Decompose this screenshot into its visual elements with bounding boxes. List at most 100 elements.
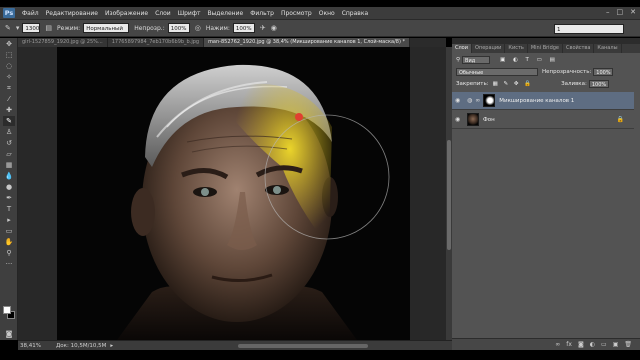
brush-tool-icon[interactable]: ✎ bbox=[5, 24, 11, 32]
path-select-tool-icon[interactable]: ▸ bbox=[3, 215, 15, 225]
status-bar: 38,41% Док: 10,5M/10,5M ▸ bbox=[18, 340, 452, 350]
horizontal-scroll-thumb[interactable] bbox=[238, 344, 368, 348]
menu-select[interactable]: Выделение bbox=[207, 10, 243, 17]
crop-tool-icon[interactable]: ⌗ bbox=[3, 83, 15, 93]
eyedropper-tool-icon[interactable]: ⁄ bbox=[3, 94, 15, 104]
history-brush-icon[interactable]: ↺ bbox=[3, 138, 15, 148]
brush-size-field[interactable]: 1300 bbox=[22, 23, 41, 33]
new-layer-icon[interactable]: ▣ bbox=[613, 341, 619, 348]
eye-icon[interactable]: ◉ bbox=[455, 116, 463, 123]
hand-tool-icon[interactable]: ✋ bbox=[3, 237, 15, 247]
menu-bar: Ps Файл Редактирование Изображение Слои … bbox=[0, 7, 640, 19]
type-tool-icon[interactable]: T bbox=[3, 204, 15, 214]
tab-second[interactable]: 17765897984_7eb170b6b9b_b.jpg bbox=[107, 38, 205, 47]
lock-label: Закрепить: bbox=[456, 81, 489, 87]
filter-icons[interactable]: ▣ ◐ T ▭ ▤ bbox=[500, 57, 558, 63]
maximize-icon[interactable]: □ bbox=[617, 8, 624, 16]
window-controls: – □ ✕ bbox=[606, 8, 636, 16]
tab-man[interactable]: man-852762_1920.jpg @ 38,4% (Микшировани… bbox=[204, 38, 410, 47]
tab-history[interactable]: Операции bbox=[472, 44, 506, 53]
airbrush-icon[interactable]: ✈ bbox=[260, 24, 266, 32]
layers-panel-footer: ∞ fx ◙ ◐ ▭ ▣ 🗑 bbox=[452, 338, 640, 350]
pen-tool-icon[interactable]: ✒ bbox=[3, 193, 15, 203]
status-menu-icon[interactable]: ▸ bbox=[110, 343, 113, 349]
layer-filter-row: ⚲ Вид ▣ ◐ T ▭ ▤ bbox=[456, 56, 558, 64]
flow-field[interactable]: 100% bbox=[232, 23, 255, 33]
photoshop-logo: Ps bbox=[3, 8, 15, 18]
eye-icon[interactable]: ◉ bbox=[455, 97, 463, 104]
pressure-size-icon[interactable]: ◉ bbox=[271, 24, 277, 32]
layer-filter-select[interactable]: Вид bbox=[462, 56, 491, 64]
options-bar: ✎ ▾ 1300 ▤ Режим: Нормальный Непрозр.: 1… bbox=[0, 19, 640, 37]
chain-link-icon[interactable]: ∞ bbox=[475, 97, 480, 104]
top-letterbox bbox=[0, 0, 640, 7]
layer-opacity-field[interactable]: 100% bbox=[593, 68, 614, 76]
healing-tool-icon[interactable]: ✚ bbox=[3, 105, 15, 115]
adjustment-icon[interactable]: ◐ bbox=[590, 341, 595, 348]
blend-row: Обычные Непрозрачность: 100% bbox=[456, 68, 614, 76]
trash-icon[interactable]: 🗑 bbox=[624, 341, 632, 348]
layer-row-background[interactable]: ◉ Фон 🔒 bbox=[452, 111, 634, 129]
lasso-tool-icon[interactable]: ◌ bbox=[3, 61, 15, 71]
dodge-tool-icon[interactable]: ● bbox=[3, 182, 15, 192]
group-icon[interactable]: ▭ bbox=[601, 341, 607, 348]
brush-tool-icon[interactable]: ✎ bbox=[3, 116, 15, 126]
tab-channels[interactable]: Каналы bbox=[594, 44, 622, 53]
menu-view[interactable]: Просмотр bbox=[281, 10, 312, 17]
tab-layers[interactable]: Слои bbox=[452, 44, 472, 53]
vertical-scroll-thumb[interactable] bbox=[447, 140, 451, 250]
zoom-level[interactable]: 38,41% bbox=[20, 343, 42, 349]
menu-type[interactable]: Шрифт bbox=[178, 10, 201, 17]
pressure-opacity-icon[interactable]: ◎ bbox=[195, 24, 201, 32]
lock-row: Закрепить: ▦ ✎ ✥ 🔒 Заливка: 100% bbox=[456, 80, 609, 88]
opacity-field[interactable]: 100% bbox=[167, 23, 190, 33]
close-icon[interactable]: ✕ bbox=[630, 8, 636, 16]
fill-field[interactable]: 100% bbox=[588, 80, 609, 88]
layer-style-icon[interactable]: fx bbox=[566, 341, 572, 348]
tab-girl[interactable]: girl-1527859_1920.jpg @ 25%... bbox=[18, 38, 108, 47]
eraser-tool-icon[interactable]: ▱ bbox=[3, 149, 15, 159]
marquee-tool-icon[interactable]: ⬚ bbox=[3, 50, 15, 60]
tab-mini-bridge[interactable]: Mini Bridge bbox=[528, 44, 563, 53]
chevron-down-icon[interactable]: ▾ bbox=[16, 24, 20, 32]
menu-window[interactable]: Окно bbox=[319, 10, 335, 17]
more-tools-icon[interactable]: ··· bbox=[3, 259, 15, 269]
toolbox: ✥ ⬚ ◌ ✧ ⌗ ⁄ ✚ ✎ ♙ ↺ ▱ ▦ 💧 ● ✒ T ▸ ▭ ✋ ⚲ … bbox=[0, 38, 18, 340]
stamp-tool-icon[interactable]: ♙ bbox=[3, 127, 15, 137]
opacity-label: Непрозрачность: bbox=[542, 69, 592, 75]
menu-layers[interactable]: Слои bbox=[155, 10, 171, 17]
lock-icon: 🔒 bbox=[616, 116, 624, 123]
menu-edit[interactable]: Редактирование bbox=[46, 10, 98, 17]
color-swatches[interactable] bbox=[3, 306, 15, 322]
bottom-letterbox bbox=[0, 350, 640, 360]
add-mask-icon[interactable]: ◙ bbox=[578, 341, 584, 348]
blend-mode-select[interactable]: Обычные bbox=[456, 68, 538, 76]
menu-help[interactable]: Справка bbox=[342, 10, 368, 17]
layer-row-channel-mixer[interactable]: ◉ ◍ ∞ Микширование каналов 1 bbox=[452, 92, 634, 110]
tab-brush[interactable]: Кисть bbox=[505, 44, 528, 53]
brush-panel-icon[interactable]: ▤ bbox=[45, 24, 52, 32]
canvas-image[interactable] bbox=[57, 47, 410, 340]
shape-tool-icon[interactable]: ▭ bbox=[3, 226, 15, 236]
move-tool-icon[interactable]: ✥ bbox=[3, 39, 15, 49]
fill-label: Заливка: bbox=[561, 81, 587, 87]
quick-mask-icon[interactable]: ◙ bbox=[3, 329, 15, 339]
mode-select[interactable]: Нормальный bbox=[83, 23, 130, 33]
menu-image[interactable]: Изображение bbox=[105, 10, 148, 17]
workspace-select[interactable]: 1 bbox=[554, 24, 624, 34]
layer-name: Микширование каналов 1 bbox=[499, 97, 575, 104]
zoom-tool-icon[interactable]: ⚲ bbox=[3, 248, 15, 258]
panel-tabs: Слои Операции Кисть Mini Bridge Свойства… bbox=[452, 44, 640, 53]
gradient-tool-icon[interactable]: ▦ bbox=[3, 160, 15, 170]
blur-tool-icon[interactable]: 💧 bbox=[3, 171, 15, 181]
mode-label: Режим: bbox=[57, 24, 81, 32]
minimize-icon[interactable]: – bbox=[606, 8, 610, 16]
menu-file[interactable]: Файл bbox=[22, 10, 39, 17]
layer-mask-thumbnail[interactable] bbox=[483, 94, 496, 107]
lock-icons[interactable]: ▦ ✎ ✥ 🔒 bbox=[493, 81, 534, 87]
foreground-color-swatch[interactable] bbox=[3, 306, 11, 314]
quick-select-tool-icon[interactable]: ✧ bbox=[3, 72, 15, 82]
tab-properties[interactable]: Свойства bbox=[563, 44, 595, 53]
link-layers-icon[interactable]: ∞ bbox=[555, 341, 560, 348]
menu-filter[interactable]: Фильтр bbox=[250, 10, 274, 17]
